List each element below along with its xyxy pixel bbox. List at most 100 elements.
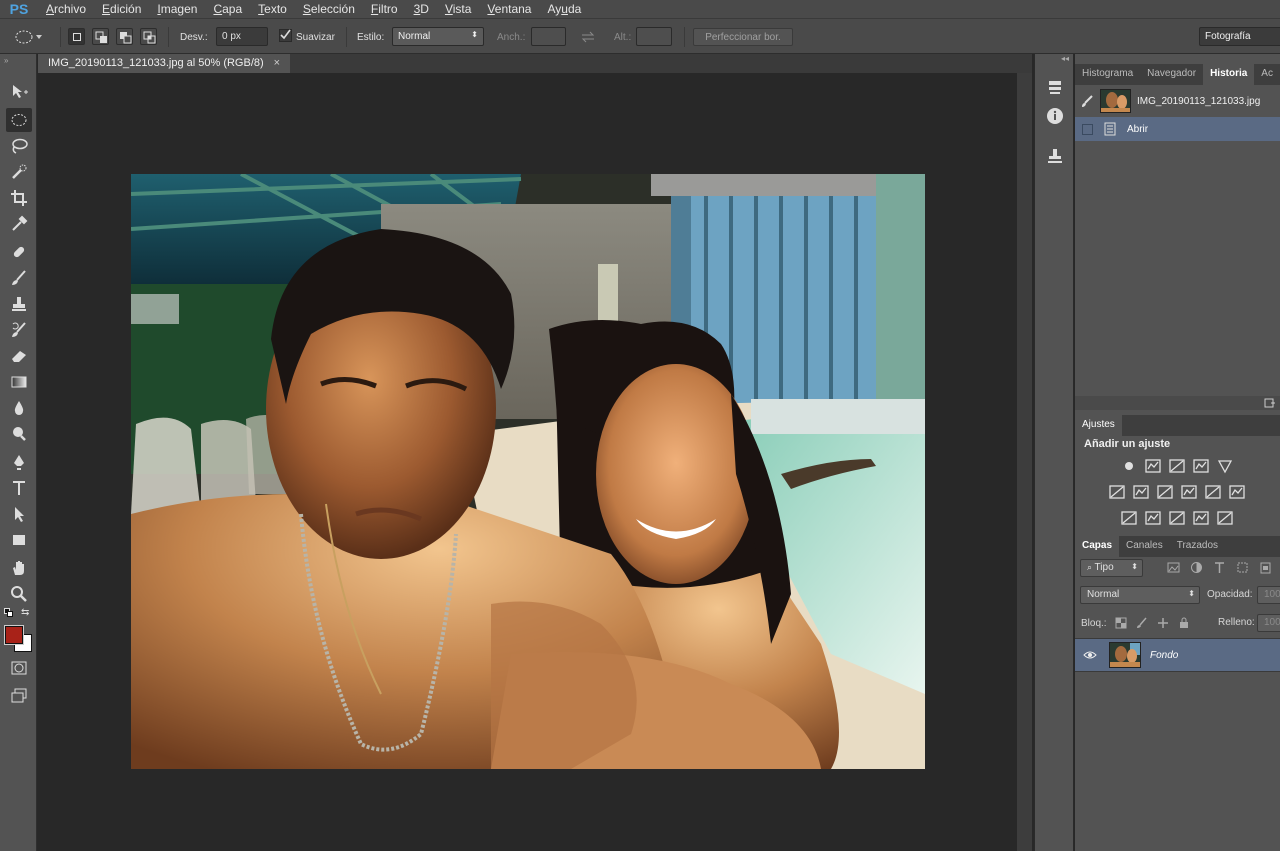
- blur-tool[interactable]: [6, 396, 32, 420]
- brightness-contrast-icon[interactable]: [1121, 458, 1139, 474]
- menu-item[interactable]: Filtro: [363, 2, 406, 16]
- layer-filter-select[interactable]: ⌕ Tipo ⬍: [1080, 559, 1143, 577]
- history-snapshot[interactable]: IMG_20190113_121033.jpg: [1075, 87, 1280, 115]
- menu-item[interactable]: Imagen: [149, 2, 205, 16]
- antialias-checkbox[interactable]: [279, 29, 292, 42]
- menu-item[interactable]: Edición: [94, 2, 149, 16]
- levels-icon[interactable]: [1145, 458, 1163, 474]
- photo-filter-icon[interactable]: [1181, 484, 1199, 500]
- type-tool[interactable]: [6, 476, 32, 500]
- quick-mask-button[interactable]: [6, 656, 32, 680]
- tab-trazados[interactable]: Trazados: [1170, 536, 1225, 557]
- lock-transparent-icon[interactable]: [1115, 617, 1127, 629]
- hand-tool[interactable]: [6, 556, 32, 580]
- tool-presets-panel-icon[interactable]: [1043, 144, 1067, 168]
- opacity-input[interactable]: 100: [1257, 586, 1280, 604]
- channel-mixer-icon[interactable]: [1205, 484, 1223, 500]
- swap-icon[interactable]: [580, 31, 596, 43]
- exposure-icon[interactable]: [1193, 458, 1211, 474]
- clone-stamp-tool[interactable]: [6, 292, 32, 316]
- tab-navegador[interactable]: Navegador: [1140, 64, 1203, 85]
- refine-edge-button[interactable]: Perfeccionar bor.: [693, 28, 793, 46]
- width-input[interactable]: [531, 27, 566, 46]
- foreground-color-swatch[interactable]: [4, 625, 24, 645]
- quick-selection-tool[interactable]: [6, 160, 32, 184]
- new-selection-button[interactable]: [68, 28, 85, 45]
- zoom-tool[interactable]: [6, 582, 32, 606]
- info-panel-icon[interactable]: [1043, 104, 1067, 128]
- smart-object-filter-icon[interactable]: [1259, 561, 1272, 574]
- brush-tool[interactable]: [6, 266, 32, 290]
- tool-preset-picker[interactable]: [14, 27, 54, 47]
- style-select[interactable]: Normal ⬍: [392, 27, 484, 46]
- vibrance-icon[interactable]: [1217, 458, 1235, 474]
- tab-capas[interactable]: Capas: [1075, 536, 1120, 557]
- screen-mode-button[interactable]: [6, 684, 32, 708]
- height-input[interactable]: [636, 27, 672, 46]
- tab-historia[interactable]: Historia: [1203, 64, 1255, 85]
- menu-item[interactable]: Ventana: [479, 2, 539, 16]
- history-state-checkbox[interactable]: [1082, 123, 1093, 135]
- crop-tool[interactable]: [6, 186, 32, 210]
- path-selection-tool[interactable]: [6, 502, 32, 526]
- layer-row[interactable]: Fondo: [1075, 638, 1280, 672]
- menu-item[interactable]: Texto: [250, 2, 295, 16]
- history-brush-tool[interactable]: [6, 318, 32, 342]
- vertical-scrollbar[interactable]: [1017, 73, 1032, 851]
- history-state-row[interactable]: Abrir: [1075, 117, 1280, 141]
- history-panel-icon[interactable]: [1043, 76, 1067, 100]
- expand-dock-icon[interactable]: ◂◂: [1061, 54, 1069, 63]
- healing-brush-tool[interactable]: [6, 240, 32, 264]
- eyedropper-tool[interactable]: [6, 212, 32, 236]
- new-document-icon[interactable]: [1264, 398, 1276, 408]
- document-image[interactable]: [131, 174, 925, 769]
- image-filter-icon[interactable]: [1167, 561, 1180, 574]
- add-to-selection-button[interactable]: [92, 28, 109, 45]
- workspace-select[interactable]: Fotografía: [1199, 27, 1280, 46]
- eraser-tool[interactable]: [6, 344, 32, 368]
- elliptical-marquee-tool[interactable]: [6, 108, 32, 132]
- feather-input[interactable]: 0 px: [216, 27, 268, 46]
- menu-item[interactable]: Ayuda: [539, 2, 589, 16]
- lock-all-icon[interactable]: [1178, 617, 1190, 629]
- lasso-tool[interactable]: [6, 134, 32, 158]
- menu-item[interactable]: Archivo: [38, 2, 94, 16]
- tab-adjustments[interactable]: Ajustes: [1075, 415, 1122, 436]
- selective-color-icon[interactable]: [1193, 510, 1211, 526]
- tab-ac[interactable]: Ac: [1254, 64, 1280, 85]
- subtract-from-selection-button[interactable]: [116, 28, 133, 45]
- pen-tool[interactable]: [6, 450, 32, 474]
- black-white-icon[interactable]: [1157, 484, 1175, 500]
- gradient-map-icon[interactable]: [1217, 510, 1235, 526]
- color-lookup-icon[interactable]: [1229, 484, 1247, 500]
- eye-icon[interactable]: [1083, 650, 1097, 660]
- history-brush-source-icon[interactable]: [1080, 94, 1094, 108]
- color-balance-icon[interactable]: [1133, 484, 1151, 500]
- adjustment-filter-icon[interactable]: [1190, 561, 1203, 574]
- intersect-selection-button[interactable]: [140, 28, 157, 45]
- type-filter-icon[interactable]: [1213, 561, 1226, 574]
- dodge-tool[interactable]: [6, 422, 32, 446]
- gradient-tool[interactable]: [6, 370, 32, 394]
- menu-item[interactable]: Vista: [437, 2, 479, 16]
- shape-filter-icon[interactable]: [1236, 561, 1249, 574]
- lock-position-icon[interactable]: [1157, 617, 1169, 629]
- fill-input[interactable]: 100: [1257, 614, 1280, 632]
- menu-item[interactable]: Capa: [205, 2, 250, 16]
- collapse-icon[interactable]: »: [4, 56, 8, 65]
- blend-mode-select[interactable]: Normal ⬍: [1080, 586, 1200, 604]
- close-tab-icon[interactable]: ×: [274, 57, 280, 70]
- lock-pixels-icon[interactable]: [1136, 617, 1148, 629]
- tab-histograma[interactable]: Histograma: [1075, 64, 1140, 85]
- document-tab[interactable]: IMG_20190113_121033.jpg al 50% (RGB/8) ×: [38, 54, 291, 73]
- curves-icon[interactable]: [1169, 458, 1187, 474]
- posterize-icon[interactable]: [1145, 510, 1163, 526]
- hue-saturation-icon[interactable]: [1109, 484, 1127, 500]
- tab-canales[interactable]: Canales: [1119, 536, 1170, 557]
- menu-item[interactable]: 3D: [406, 2, 437, 16]
- move-tool[interactable]: [6, 80, 32, 104]
- default-colors-icon[interactable]: [4, 608, 14, 618]
- swap-colors-icon[interactable]: ⇆: [21, 607, 29, 618]
- invert-icon[interactable]: [1121, 510, 1139, 526]
- menu-item[interactable]: Selección: [295, 2, 363, 16]
